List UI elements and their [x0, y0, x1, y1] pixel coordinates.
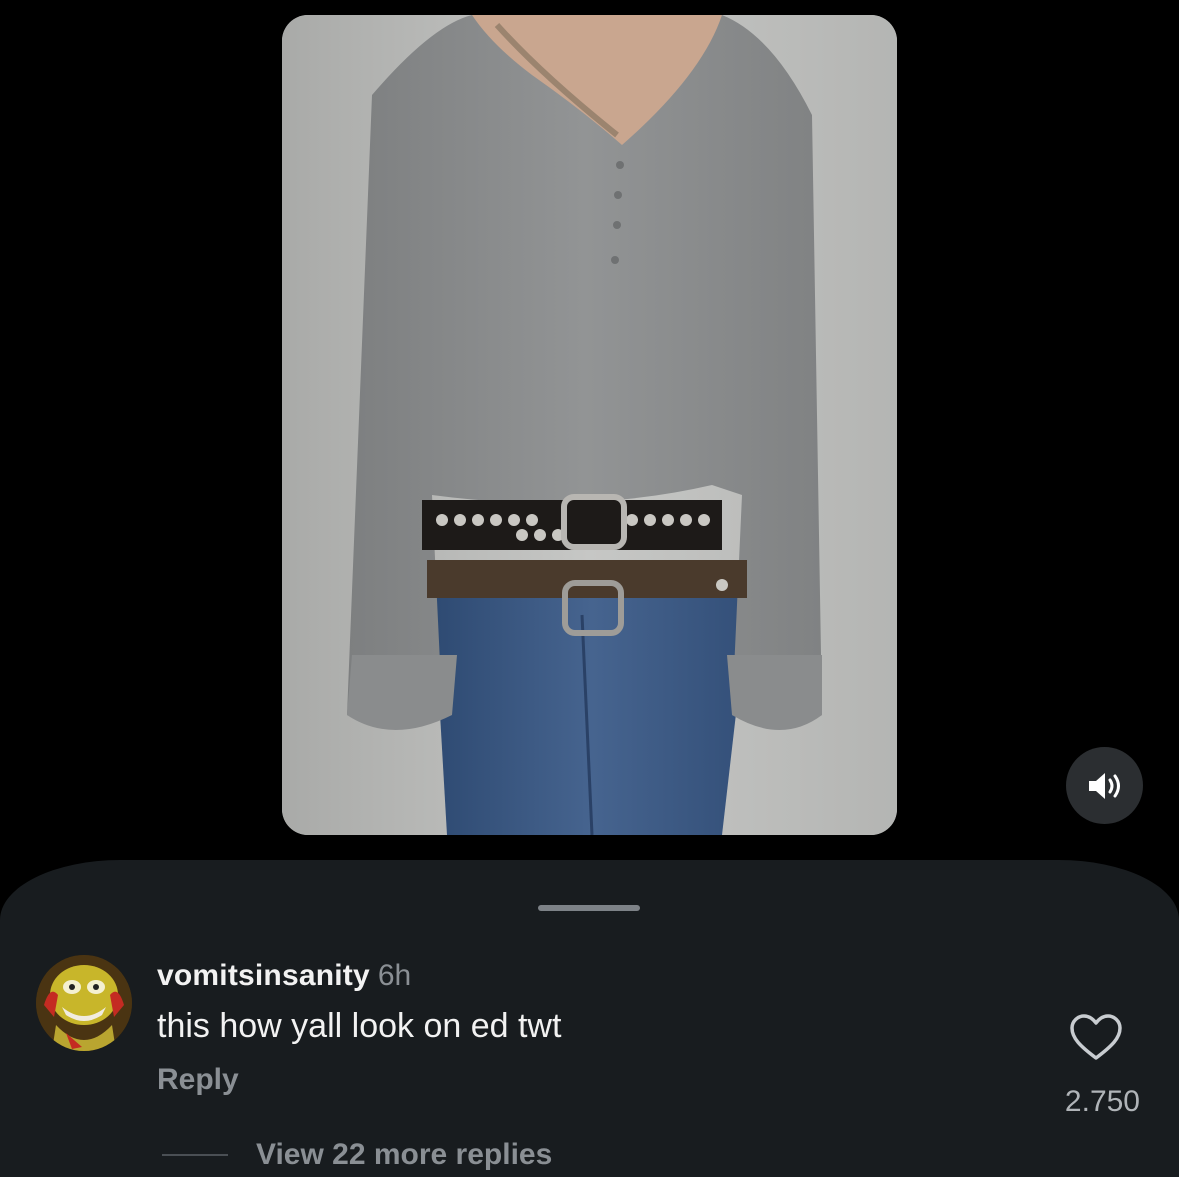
replies-divider [162, 1154, 228, 1156]
screen: vomitsinsanity 6h this how yall look on e… [0, 0, 1179, 1177]
like-button[interactable] [1068, 1012, 1124, 1062]
sound-toggle-button[interactable] [1066, 747, 1143, 824]
post-photo [282, 15, 897, 835]
avatar-cartoon-face [36, 955, 132, 1051]
comment-header: vomitsinsanity 6h [157, 958, 411, 994]
post-media[interactable] [282, 15, 897, 835]
speaker-volume-icon [1088, 772, 1120, 799]
reply-button[interactable]: Reply [157, 1062, 239, 1098]
view-more-replies-button[interactable]: View 22 more replies [256, 1137, 552, 1173]
like-count: 2.750 [1064, 1085, 1140, 1118]
comment-username[interactable]: vomitsinsanity [157, 959, 370, 992]
heart-outline-icon [1070, 1014, 1122, 1060]
sheet-drag-handle[interactable] [538, 905, 640, 911]
comment-timestamp: 6h [377, 959, 412, 992]
avatar[interactable] [36, 955, 132, 1051]
comment-text: this how yall look on ed twt [157, 1007, 562, 1045]
comments-sheet: vomitsinsanity 6h this how yall look on e… [0, 860, 1179, 1177]
